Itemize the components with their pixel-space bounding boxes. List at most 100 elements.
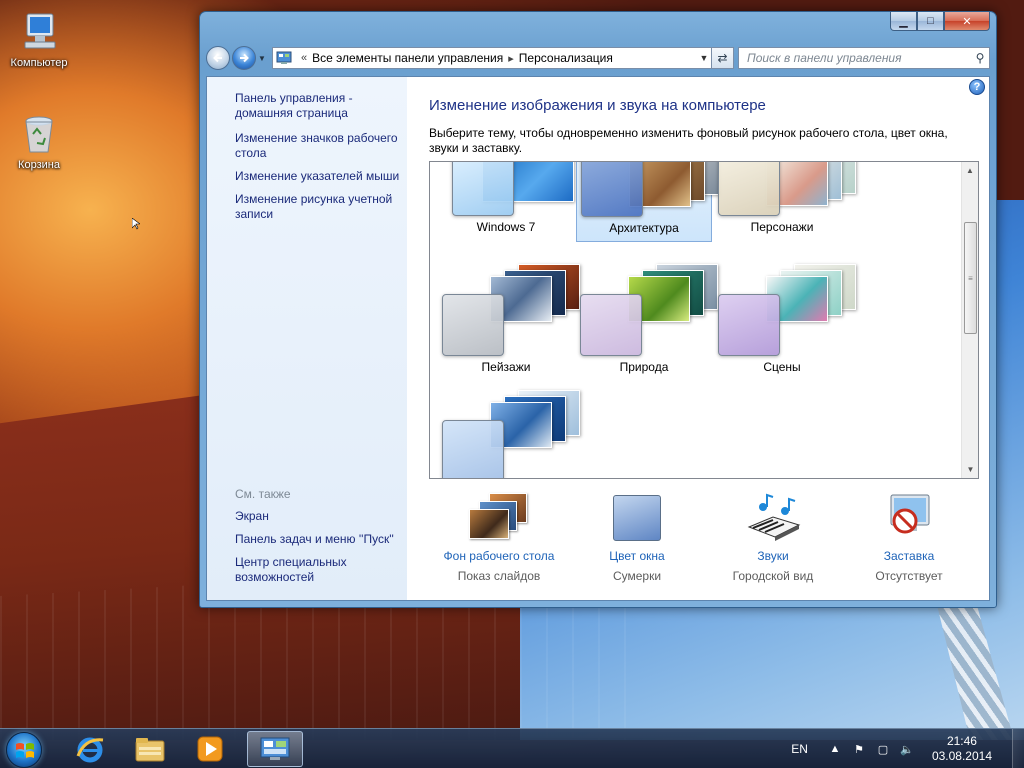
window-content: Панель управления - домашняя страница Из… <box>206 76 990 601</box>
theme-label: Пейзажи <box>481 360 531 374</box>
setting-label[interactable]: Фон рабочего стола <box>429 549 569 563</box>
desktop-background-setting[interactable]: Фон рабочего стола Показ слайдов <box>429 491 569 583</box>
sounds-icon <box>743 491 803 543</box>
start-button[interactable] <box>6 732 42 768</box>
see-also-section: См. также Экран Панель задач и меню ''Пу… <box>235 487 403 593</box>
media-player-icon <box>197 736 223 762</box>
setting-value: Отсутствует <box>875 569 943 583</box>
windows-logo-icon <box>16 743 34 758</box>
window-color-swatch <box>580 294 642 356</box>
help-icon[interactable]: ? <box>969 79 985 95</box>
window-color-swatch <box>581 162 643 217</box>
screensaver-setting[interactable]: Заставка Отсутствует <box>839 491 979 583</box>
minimize-icon: ▁ <box>899 15 908 28</box>
theme-label: Персонажи <box>750 220 814 234</box>
theme-label: Природа <box>619 360 669 374</box>
refresh-button[interactable]: ⇄ <box>712 47 734 69</box>
maximize-icon: □ <box>927 15 934 27</box>
action-center-flag-icon[interactable]: ⚑ <box>852 742 866 756</box>
language-indicator[interactable]: EN <box>791 742 808 756</box>
back-button[interactable] <box>206 46 230 70</box>
minimize-button[interactable]: ▁ <box>890 12 917 31</box>
setting-label[interactable]: Цвет окна <box>567 549 707 563</box>
theme-list-scrollbar[interactable]: ▲ ≡ ▼ <box>961 162 978 478</box>
recent-pages-dropdown[interactable]: ▼ <box>258 54 268 63</box>
folder-icon <box>135 738 165 762</box>
screensaver-icon <box>879 491 939 543</box>
address-bar[interactable]: « Все элементы панели управления ▸ Персо… <box>272 47 712 69</box>
page-description: Выберите тему, чтобы одновременно измени… <box>429 126 948 155</box>
theme-item[interactable]: Архитектура <box>576 162 719 242</box>
back-arrow-icon <box>213 53 222 63</box>
network-icon[interactable]: ▢ <box>876 742 890 756</box>
search-input[interactable]: Поиск в панели управления ⚲ <box>738 47 990 69</box>
desktop-icon-computer[interactable]: Компьютер <box>1 10 77 69</box>
setting-label[interactable]: Заставка <box>839 549 979 563</box>
navigation-bar: ▼ « Все элементы панели управления ▸ Пер… <box>206 45 990 71</box>
desktop-icon-recycle-bin[interactable]: Корзина <box>1 112 77 171</box>
theme-label: Сцены <box>763 360 801 374</box>
breadcrumb-separator: ▸ <box>508 52 514 65</box>
window-controls: ▁ □ ✕ <box>890 12 990 31</box>
theme-item[interactable]: Сцены <box>714 260 856 374</box>
forward-arrow-icon <box>240 53 249 63</box>
theme-item[interactable]: Природа <box>576 260 718 374</box>
search-icon[interactable]: ⚲ <box>971 51 989 65</box>
clock[interactable]: 21:46 03.08.2014 <box>932 734 992 764</box>
window-color-swatch <box>452 162 514 216</box>
scroll-up-icon[interactable]: ▲ <box>962 162 978 179</box>
taskbar-internet-explorer[interactable] <box>62 731 118 767</box>
internet-explorer-icon <box>76 737 104 763</box>
taskbar-control-panel[interactable] <box>247 731 303 767</box>
breadcrumb-item[interactable]: Персонализация <box>519 51 613 65</box>
display-link[interactable]: Экран <box>235 509 403 524</box>
clock-date: 03.08.2014 <box>931 749 992 763</box>
theme-item[interactable]: Windows 7 <box>438 162 574 242</box>
page-title: Изменение изображения и звука на компьют… <box>429 97 766 114</box>
desktop-icon-label: Компьютер <box>10 57 68 69</box>
desktop-icon-label: Корзина <box>18 159 60 171</box>
breadcrumb-separator: « <box>301 52 308 64</box>
breadcrumb-item[interactable]: Все элементы панели управления <box>312 51 503 65</box>
window-color-swatch <box>718 162 780 216</box>
taskbar: EN ▲ ⚑ ▢ 🔈 21:46 03.08.2014 <box>0 728 1024 768</box>
sounds-setting[interactable]: Звуки Городской вид <box>703 491 843 583</box>
recycle-bin-icon <box>25 116 53 153</box>
scroll-down-icon[interactable]: ▼ <box>962 461 978 478</box>
setting-value: Показ слайдов <box>457 569 541 583</box>
personalization-window: ▁ □ ✕ ▼ « Все элементы панели управления… <box>199 11 997 608</box>
taskbar-explorer[interactable] <box>122 731 178 767</box>
theme-label: Windows 7 <box>476 220 536 234</box>
window-color-swatch <box>442 294 504 356</box>
close-button[interactable]: ✕ <box>944 12 990 31</box>
taskbar-media-player[interactable] <box>182 731 238 767</box>
maximize-button[interactable]: □ <box>917 12 944 31</box>
clock-time: 21:46 <box>946 734 977 748</box>
address-dropdown-icon[interactable]: ▼ <box>697 53 711 63</box>
close-icon: ✕ <box>962 15 972 28</box>
theme-components: Фон рабочего стола Показ слайдов Цвет ок… <box>407 491 987 600</box>
show-hidden-icons-icon[interactable]: ▲ <box>828 742 842 756</box>
forward-button[interactable] <box>232 46 256 70</box>
show-desktop-button[interactable] <box>1012 729 1024 768</box>
change-account-picture-link[interactable]: Изменение рисунка учетной записи <box>235 192 403 222</box>
refresh-icon: ⇄ <box>717 51 728 65</box>
window-color-icon <box>607 491 667 543</box>
scroll-thumb[interactable]: ≡ <box>964 222 977 334</box>
theme-item[interactable] <box>438 386 580 478</box>
taskbar-start-menu-link[interactable]: Панель задач и меню ''Пуск'' <box>235 532 403 547</box>
theme-item[interactable]: Пейзажи <box>438 260 580 374</box>
window-color-setting[interactable]: Цвет окна Сумерки <box>567 491 707 583</box>
control-panel-home-link[interactable]: Панель управления - домашняя страница <box>235 91 403 121</box>
system-tray: EN ▲ ⚑ ▢ 🔈 21:46 03.08.2014 <box>791 729 1024 768</box>
task-pane: Панель управления - домашняя страница Из… <box>207 77 407 600</box>
search-placeholder: Поиск в панели управления <box>747 51 902 65</box>
ease-of-access-link[interactable]: Центр специальных возможностей <box>235 555 403 585</box>
window-color-swatch <box>718 294 780 356</box>
volume-icon[interactable]: 🔈 <box>900 742 914 756</box>
theme-item[interactable]: Персонажи <box>714 162 856 242</box>
change-desktop-icons-link[interactable]: Изменение значков рабочего стола <box>235 131 403 161</box>
desktop-background-icon <box>469 491 529 543</box>
setting-label[interactable]: Звуки <box>703 549 843 563</box>
change-mouse-pointers-link[interactable]: Изменение указателей мыши <box>235 169 403 184</box>
